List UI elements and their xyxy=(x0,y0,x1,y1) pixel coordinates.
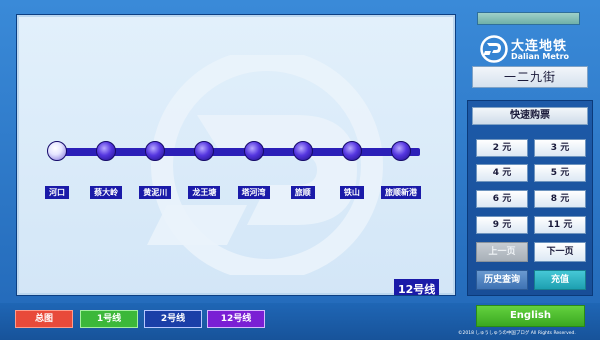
fare-button[interactable]: 6 元 xyxy=(476,190,528,208)
tab-line-2[interactable]: 2号线 xyxy=(144,310,202,328)
next-page-button[interactable]: 下一页 xyxy=(534,242,586,262)
dalian-metro-logo: 大连地铁 Dalian Metro xyxy=(478,32,590,66)
logo-text-en: Dalian Metro xyxy=(511,52,570,61)
fare-button[interactable]: 11 元 xyxy=(534,216,586,234)
metro-logo-icon xyxy=(480,35,508,63)
station-label[interactable]: 龙王塘 xyxy=(188,186,221,199)
station-dot[interactable] xyxy=(341,141,362,161)
tab-line-1[interactable]: 1号线 xyxy=(80,310,138,328)
tab-overview-map[interactable]: 总图 xyxy=(15,310,73,328)
station-dot[interactable] xyxy=(292,141,313,161)
station-7[interactable]: 旅顺新港 xyxy=(371,141,431,199)
fare-button[interactable]: 3 元 xyxy=(534,139,586,157)
english-language-button[interactable]: English xyxy=(476,305,585,327)
copyright-text: ©2018 しゅうしゅうの中国ブログ All Rights Reserved. xyxy=(458,331,576,336)
quick-ticket-title: 快速购票 xyxy=(472,107,588,125)
fare-button[interactable]: 5 元 xyxy=(534,164,586,182)
station-label[interactable]: 黄泥川 xyxy=(139,186,172,199)
route-map-panel: 河口 蔡大岭 黄泥川 龙王塘 塔河湾 旅顺 铁山 旅顺新港 12号线 xyxy=(16,14,456,296)
station-label[interactable]: 旅顺新港 xyxy=(381,186,421,199)
fare-button[interactable]: 4 元 xyxy=(476,164,528,182)
station-dot[interactable] xyxy=(194,141,215,161)
fare-button[interactable]: 9 元 xyxy=(476,216,528,234)
station-label[interactable]: 河口 xyxy=(45,186,69,199)
station-dot[interactable] xyxy=(145,141,166,161)
station-dot[interactable] xyxy=(96,141,117,161)
station-label[interactable]: 铁山 xyxy=(339,186,364,199)
station-label[interactable]: 塔河湾 xyxy=(237,186,270,199)
station-dot[interactable] xyxy=(243,141,264,161)
tab-line-12[interactable]: 12号线 xyxy=(207,310,265,328)
fare-button[interactable]: 8 元 xyxy=(534,190,586,208)
history-query-button[interactable]: 历史查询 xyxy=(476,270,528,290)
fare-button[interactable]: 2 元 xyxy=(476,139,528,157)
line-badge: 12号线 xyxy=(394,279,440,295)
current-station-name: 一二九街 xyxy=(472,66,588,88)
prev-page-button[interactable]: 上一页 xyxy=(476,242,528,262)
station-dot[interactable] xyxy=(391,141,411,161)
station-label[interactable]: 蔡大岭 xyxy=(90,186,123,199)
station-label[interactable]: 旅顺 xyxy=(290,186,315,199)
quick-ticket-panel: 快速购票 2 元 3 元 4 元 5 元 6 元 8 元 9 元 11 元 上一… xyxy=(467,100,593,296)
station-dot[interactable] xyxy=(47,141,67,161)
recharge-button[interactable]: 充值 xyxy=(534,270,586,290)
status-bar xyxy=(477,12,580,25)
